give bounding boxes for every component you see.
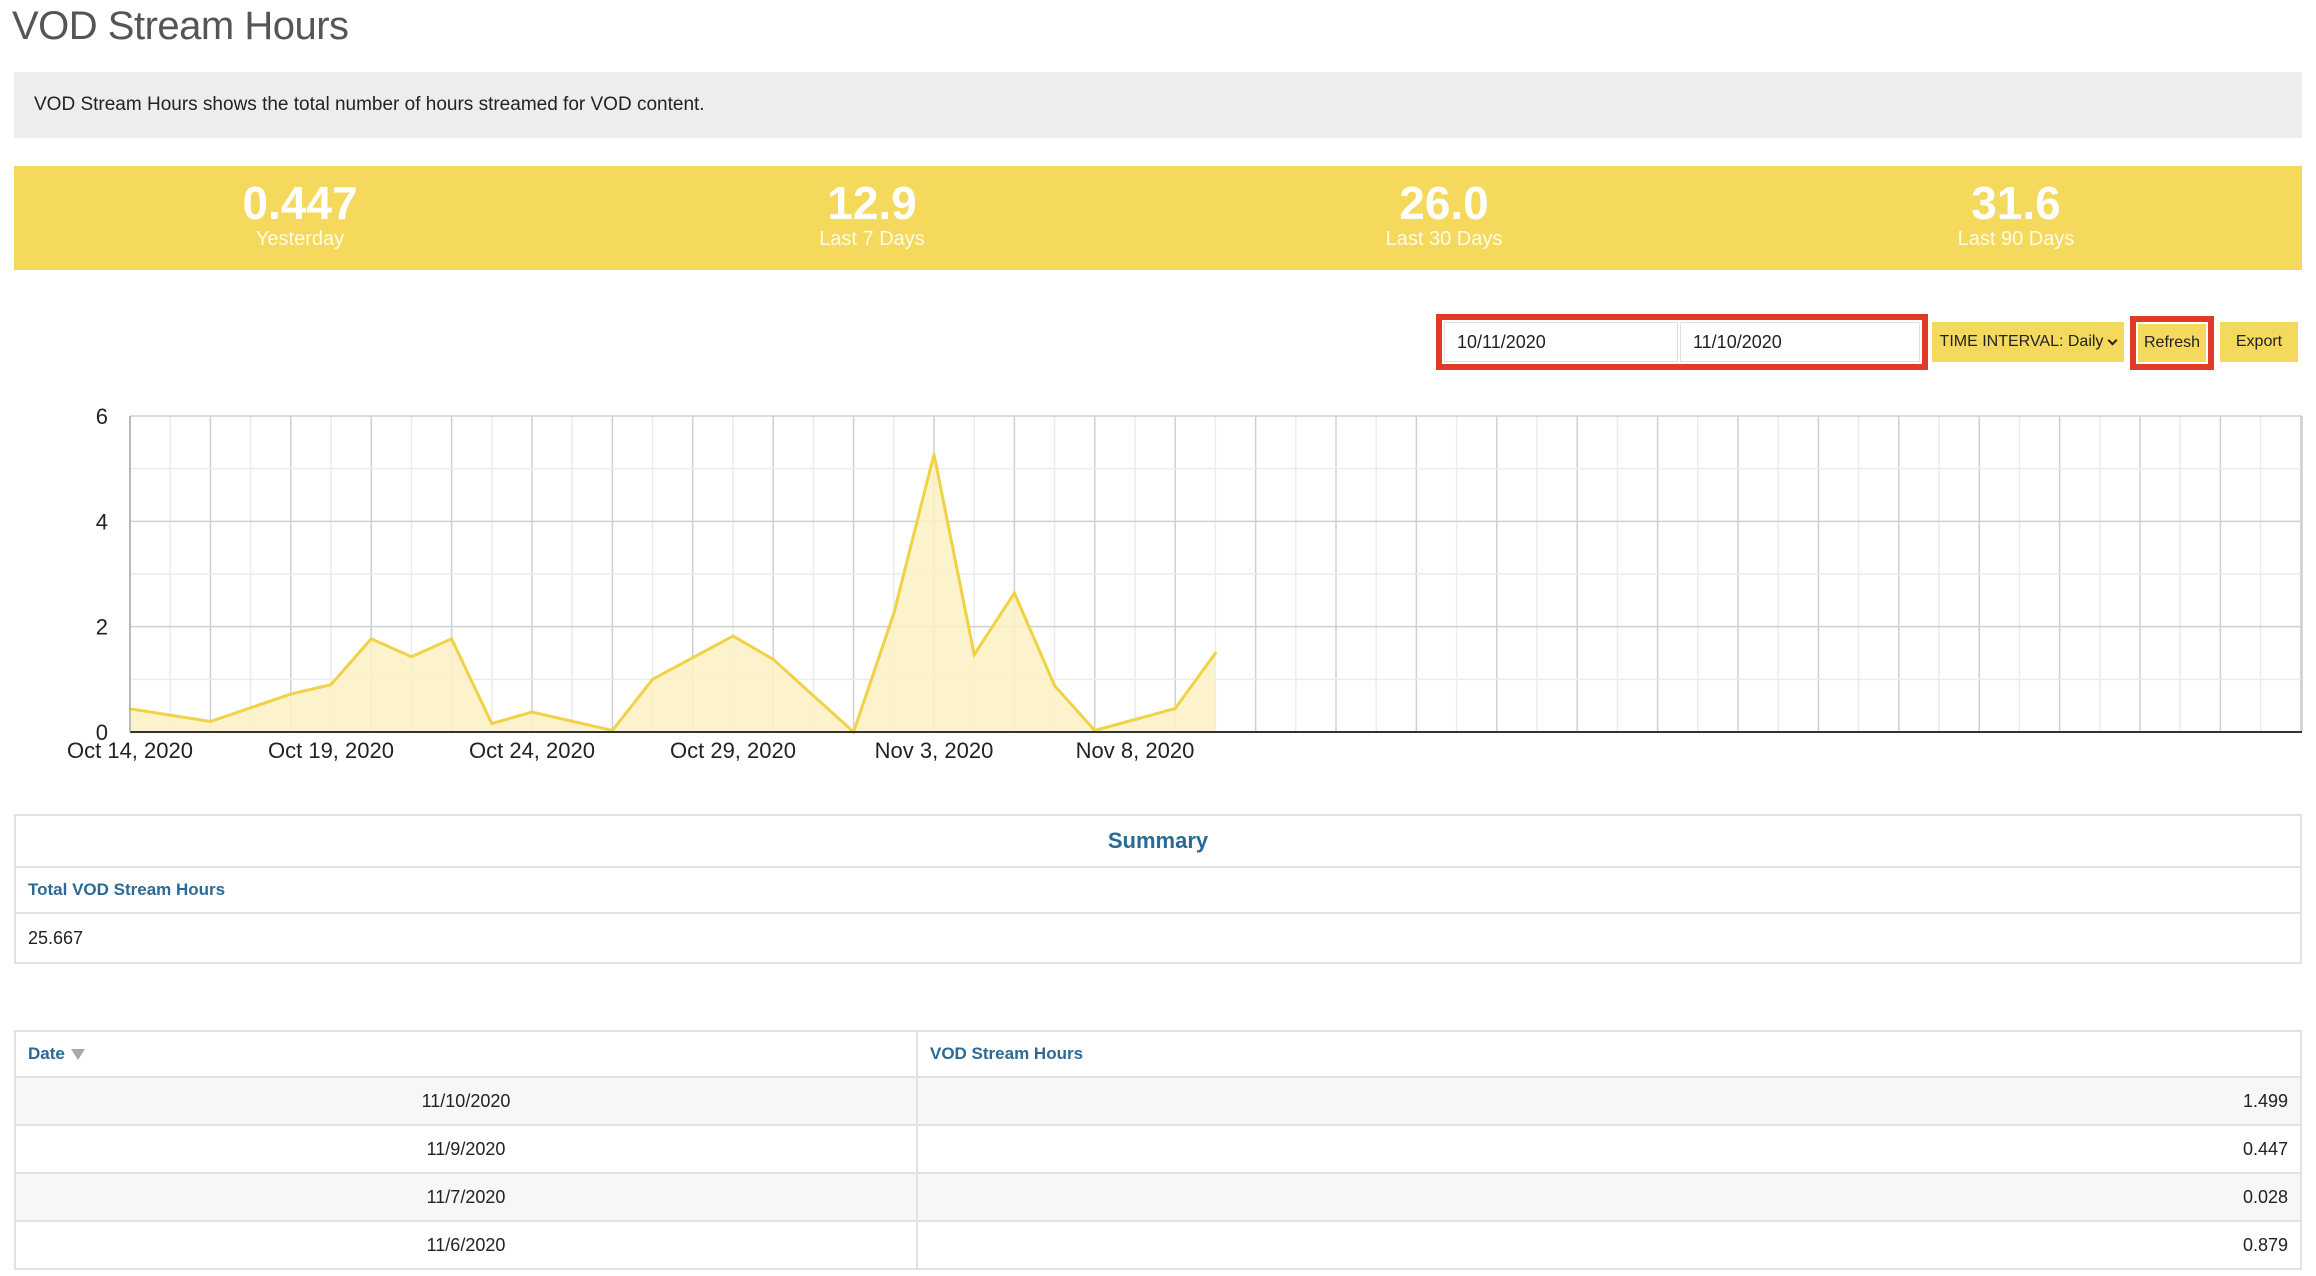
series-area xyxy=(130,454,1216,732)
date-header-label: Date xyxy=(28,1044,65,1063)
hours-cell: 1.499 xyxy=(916,1076,2302,1126)
kpi-last-90-days: 31.6 Last 90 Days xyxy=(1730,166,2302,270)
data-point xyxy=(771,657,775,661)
table-header-row: Date VOD Stream Hours xyxy=(14,1030,2302,1078)
data-table: Date VOD Stream Hours 11/10/2020 1.499 1… xyxy=(14,1030,2302,1270)
kpi-yesterday: 0.447 Yesterday xyxy=(14,166,586,270)
x-tick-label: Oct 29, 2020 xyxy=(670,738,796,763)
time-interval-dropdown[interactable]: TIME INTERVAL: Daily xyxy=(1932,322,2124,362)
kpi-label: Yesterday xyxy=(255,228,345,250)
x-tick-label: Nov 8, 2020 xyxy=(1076,738,1195,763)
data-point xyxy=(651,677,655,681)
sort-desc-icon xyxy=(70,1049,85,1061)
hours-column-header[interactable]: VOD Stream Hours xyxy=(916,1030,2302,1078)
summary-panel: Summary Total VOD Stream Hours 25.667 xyxy=(14,814,2302,964)
data-point xyxy=(1173,706,1177,710)
kpi-value: 31.6 xyxy=(1971,177,2061,229)
kpi-label: Last 30 Days xyxy=(1385,228,1503,250)
table-row: 11/7/2020 0.028 xyxy=(14,1172,2302,1222)
data-point xyxy=(409,655,413,659)
summary-total-value: 25.667 xyxy=(28,927,84,948)
data-point xyxy=(490,722,494,726)
x-tick-label: Oct 19, 2020 xyxy=(268,738,394,763)
start-date-input[interactable] xyxy=(1444,322,1678,362)
export-button[interactable]: Export xyxy=(2220,322,2298,362)
refresh-button[interactable]: Refresh xyxy=(2138,324,2206,362)
date-column-header[interactable]: Date xyxy=(14,1030,918,1078)
kpi-band: 0.447 Yesterday 12.9 Last 7 Days 26.0 La… xyxy=(14,166,2302,270)
kpi-label: Last 7 Days xyxy=(819,228,925,250)
data-point xyxy=(369,637,373,641)
kpi-value: 0.447 xyxy=(242,177,358,229)
data-point xyxy=(329,683,333,687)
data-point xyxy=(1012,591,1016,595)
hours-cell: 0.447 xyxy=(916,1124,2302,1174)
kpi-value: 26.0 xyxy=(1399,177,1489,229)
data-point xyxy=(530,710,534,714)
kpi-label: Last 90 Days xyxy=(1957,228,2075,250)
data-point xyxy=(932,452,936,456)
data-point xyxy=(289,692,293,696)
stream-hours-chart: 0246Oct 14, 2020 Oct 19, 2020 Oct 24, 2020… xyxy=(67,404,2303,763)
description-text: VOD Stream Hours shows the total number … xyxy=(34,94,705,115)
x-tick-label: Oct 24, 2020 xyxy=(469,738,595,763)
chevron-down-icon xyxy=(2107,335,2118,345)
end-date-input[interactable] xyxy=(1680,322,1920,362)
summary-column-header: Total VOD Stream Hours xyxy=(16,868,2300,914)
table-row: 11/9/2020 0.447 xyxy=(14,1124,2302,1174)
summary-title: Summary xyxy=(16,816,2300,868)
x-tick-label: Oct 14, 2020 xyxy=(67,738,193,763)
data-point xyxy=(972,653,976,657)
date-cell: 11/10/2020 xyxy=(14,1076,918,1126)
data-point xyxy=(731,634,735,638)
data-point xyxy=(892,612,896,615)
data-point xyxy=(208,719,212,723)
time-interval-label: TIME INTERVAL: Daily xyxy=(1939,333,2104,350)
description-box: VOD Stream Hours shows the total number … xyxy=(14,72,2302,138)
y-tick-label: 2 xyxy=(96,615,108,640)
table-row: 11/6/2020 0.879 xyxy=(14,1220,2302,1270)
kpi-value: 12.9 xyxy=(827,177,917,229)
data-point xyxy=(1213,651,1217,655)
hours-cell: 0.028 xyxy=(916,1172,2302,1222)
y-tick-label: 6 xyxy=(96,404,108,429)
table-row: 11/10/2020 1.499 xyxy=(14,1076,2302,1126)
data-point xyxy=(1053,684,1057,688)
x-tick-label: Nov 3, 2020 xyxy=(875,738,994,763)
kpi-last-30-days: 26.0 Last 30 Days xyxy=(1158,166,1730,270)
page-title: VOD Stream Hours xyxy=(12,4,349,48)
date-cell: 11/6/2020 xyxy=(14,1220,918,1270)
hours-cell: 0.879 xyxy=(916,1220,2302,1270)
date-cell: 11/9/2020 xyxy=(14,1124,918,1174)
data-point xyxy=(450,637,454,641)
date-cell: 11/7/2020 xyxy=(14,1172,918,1222)
y-tick-label: 4 xyxy=(96,509,108,534)
kpi-last-7-days: 12.9 Last 7 Days xyxy=(586,166,1158,270)
